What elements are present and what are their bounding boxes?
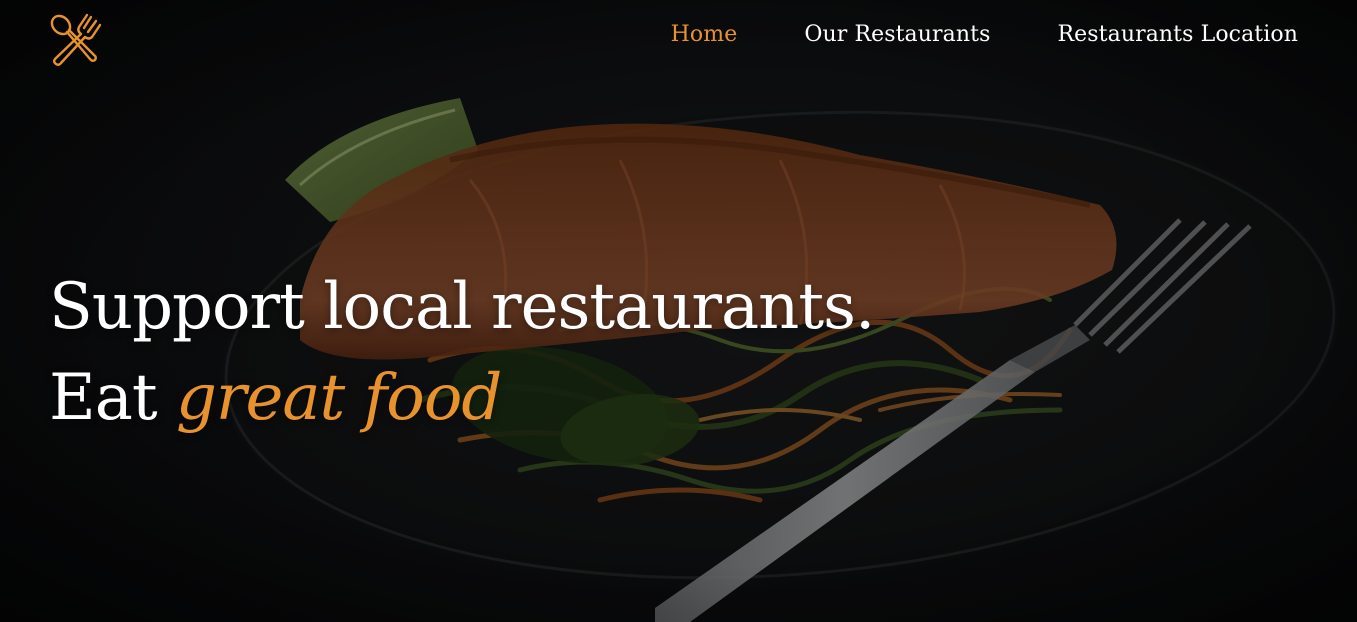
hero-headline: Support local restaurants. Eat great foo…: [49, 262, 875, 444]
nav-link-restaurants-location[interactable]: Restaurants Location: [1057, 20, 1298, 50]
top-navigation: Home Our Restaurants Restaurants Locatio…: [0, 0, 1357, 72]
spoon-fork-cross-icon[interactable]: [48, 13, 102, 67]
hero-headline-accent: great food: [175, 361, 502, 435]
nav-links: Home Our Restaurants Restaurants Locatio…: [671, 20, 1298, 50]
hero-headline-prefix: Eat: [49, 361, 176, 435]
hero-headline-line-2: Eat great food: [49, 353, 874, 444]
nav-link-home[interactable]: Home: [671, 20, 738, 50]
nav-link-our-restaurants[interactable]: Our Restaurants: [804, 20, 990, 50]
hero-section: Home Our Restaurants Restaurants Locatio…: [0, 0, 1357, 622]
hero-headline-line-1: Support local restaurants.: [49, 270, 875, 344]
